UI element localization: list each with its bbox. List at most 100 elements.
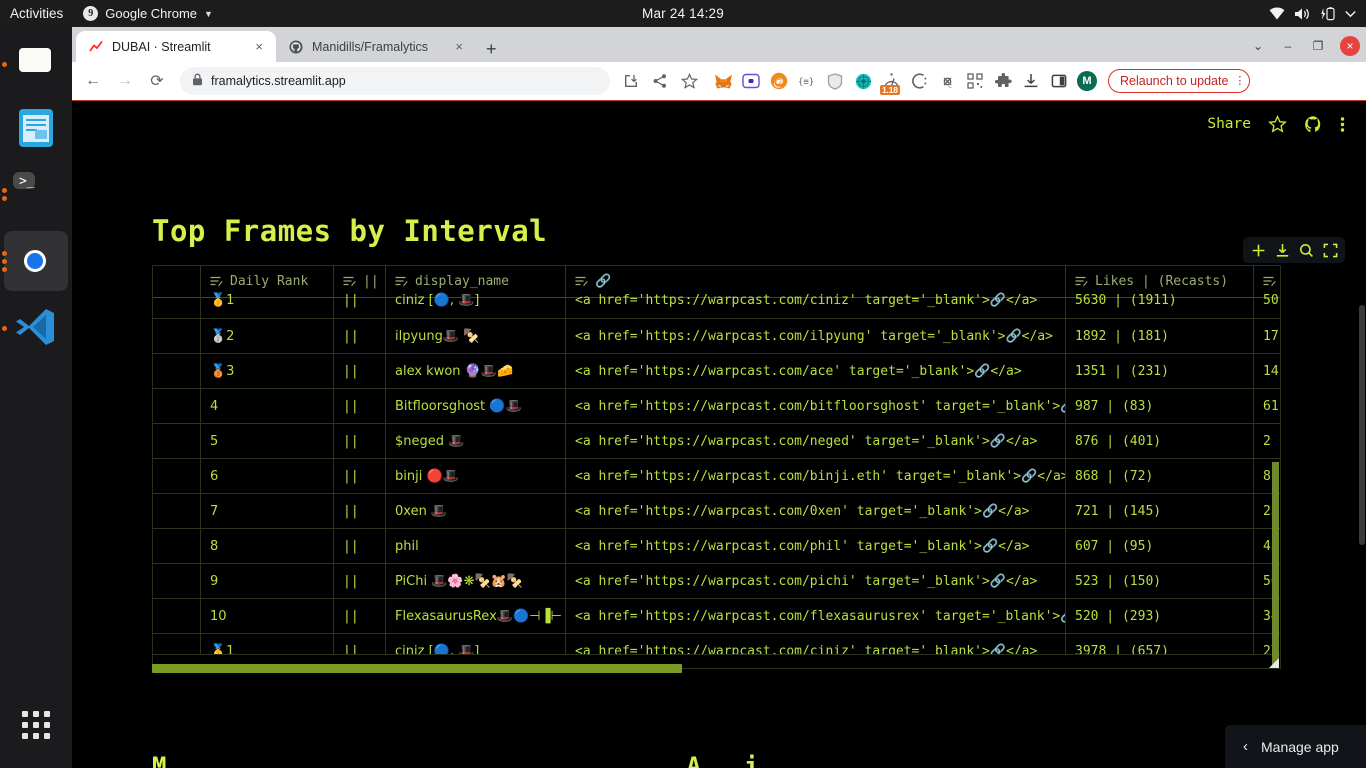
dataframe-vertical-scrollbar[interactable]	[1272, 462, 1279, 668]
cell-display-name: Bitfloorsghost 🔵🎩	[386, 389, 566, 423]
manage-app-button[interactable]: ‹ Manage app	[1225, 725, 1366, 768]
cell-display-name: ciniz [🔵, 🎩]	[386, 634, 566, 654]
row-index	[153, 634, 201, 654]
table-row[interactable]: 6 || binji 🔴🎩 <a href='https://warpcast.…	[153, 459, 1280, 494]
qr-code-icon[interactable]	[962, 68, 988, 94]
shield-icon[interactable]	[822, 68, 848, 94]
svg-text:{≡}: {≡}	[798, 78, 814, 88]
reload-button[interactable]: ⟳	[142, 66, 172, 96]
web3-globe-icon[interactable]	[850, 68, 876, 94]
download-icon[interactable]	[1272, 240, 1292, 260]
minimize-button[interactable]: –	[1274, 32, 1302, 60]
cell-link: <a href='https://warpcast.com/ciniz' tar…	[566, 634, 1066, 654]
table-row[interactable]: 9 || PiChi 🎩🌸❋🍢🐹🍢 <a href='https://warpc…	[153, 564, 1280, 599]
scrollbar-thumb[interactable]	[1272, 462, 1279, 668]
dock-item-terminal[interactable]: >_	[0, 161, 72, 228]
url-text: framalytics.streamlit.app	[211, 74, 346, 88]
cell-bar: ||	[334, 599, 386, 633]
side-panel-icon[interactable]	[1046, 68, 1072, 94]
github-icon[interactable]	[1304, 115, 1323, 134]
row-index	[153, 459, 201, 493]
cell-bar: ||	[334, 283, 386, 318]
cell-link: <a href='https://warpcast.com/bitfloorsg…	[566, 389, 1066, 423]
table-row[interactable]: 🥉3 || alex kwon 🔮🎩🧀 <a href='https://war…	[153, 354, 1280, 389]
downloads-icon[interactable]	[1018, 68, 1044, 94]
show-applications-button[interactable]	[0, 700, 72, 750]
close-icon[interactable]: ×	[452, 38, 466, 55]
row-index	[153, 424, 201, 458]
row-index	[153, 599, 201, 633]
phantom-icon[interactable]	[766, 68, 792, 94]
tab-title: Manidills/Framalytics	[312, 39, 428, 54]
coinbase-icon[interactable]	[906, 68, 932, 94]
star-icon[interactable]	[1268, 114, 1287, 134]
table-row[interactable]: 🥇1 || ciniz [🔵, 🎩] <a href='https://warp…	[153, 634, 1280, 655]
scrollbar-thumb[interactable]	[152, 664, 682, 673]
bug-icon[interactable]: C	[934, 68, 960, 94]
row-index	[153, 529, 201, 563]
cell-bar: ||	[334, 529, 386, 563]
dataframe-horizontal-scrollbar[interactable]	[152, 664, 1281, 673]
streamlit-app: Share Top Frames by Interval Daily Rank …	[72, 101, 1366, 768]
new-tab-button[interactable]: +	[476, 40, 507, 62]
scrollbar-thumb[interactable]	[1359, 305, 1365, 545]
rabby-wallet-icon[interactable]	[738, 68, 764, 94]
table-row[interactable]: 🥈2 || ilpyung🎩 🍢 <a href='https://warpca…	[153, 319, 1280, 354]
share-icon[interactable]	[647, 68, 673, 94]
metamask-icon[interactable]	[710, 68, 736, 94]
terminal-icon: >_	[13, 171, 59, 218]
uniswap-timer-icon[interactable]: 1.18	[878, 68, 904, 95]
cell-daily-rank: 🥉3	[201, 354, 334, 388]
tab-dubai-streamlit[interactable]: DUBAI · Streamlit ×	[76, 31, 276, 62]
chrome-menu-icon[interactable]: ⋮	[1234, 75, 1245, 87]
page-scrollbar[interactable]	[1358, 101, 1366, 768]
bookmark-star-icon[interactable]	[676, 68, 702, 94]
cell-link: <a href='https://warpcast.com/pichi' tar…	[566, 564, 1066, 598]
cell-bar: ||	[334, 389, 386, 423]
dock-item-google-chrome[interactable]	[0, 228, 72, 295]
forward-button[interactable]: →	[110, 66, 140, 96]
table-row[interactable]: 4 || Bitfloorsghost 🔵🎩 <a href='https://…	[153, 389, 1280, 424]
cell-link: <a href='https://warpcast.com/ciniz' tar…	[566, 283, 1066, 318]
search-icon[interactable]	[1296, 240, 1316, 260]
avatar[interactable]: M	[1074, 68, 1100, 94]
table-row[interactable]: 10 || FlexasaurusRex🎩🔵⊣▐⊢ <a href='https…	[153, 599, 1280, 634]
cell-display-name: PiChi 🎩🌸❋🍢🐹🍢	[386, 564, 566, 598]
table-row[interactable]: 5 || $neged 🎩 <a href='https://warpcast.…	[153, 424, 1280, 459]
install-app-icon[interactable]	[618, 68, 644, 94]
dataframe-toolbar	[1243, 237, 1345, 263]
dataframe[interactable]: Daily Rank || display_name 🔗 Likes | (Re…	[152, 265, 1281, 669]
close-window-button[interactable]: ×	[1340, 36, 1360, 56]
dock-item-files[interactable]	[0, 31, 72, 98]
address-bar[interactable]: framalytics.streamlit.app	[180, 67, 610, 95]
cell-likes-recasts: 523 | (150)	[1066, 564, 1254, 598]
relaunch-to-update-button[interactable]: Relaunch to update ⋮	[1108, 69, 1251, 93]
cell-display-name: alex kwon 🔮🎩🧀	[386, 354, 566, 388]
close-icon[interactable]: ×	[252, 38, 266, 55]
github-icon	[288, 39, 304, 55]
cell-likes-recasts: 721 | (145)	[1066, 494, 1254, 528]
fullscreen-icon[interactable]	[1320, 240, 1340, 260]
tab-manidills-framalytics[interactable]: Manidills/Framalytics ×	[276, 31, 476, 62]
table-row[interactable]: 8 || phil <a href='https://warpcast.com/…	[153, 529, 1280, 564]
maximize-button[interactable]: ❐	[1304, 32, 1332, 60]
svg-text:C: C	[948, 82, 952, 90]
back-button[interactable]: ←	[78, 66, 108, 96]
table-row[interactable]: 🥇1 || ciniz [🔵, 🎩] <a href='https://warp…	[153, 283, 1280, 319]
json-viewer-icon[interactable]: {≡}	[794, 68, 820, 94]
add-row-icon[interactable]	[1248, 240, 1268, 260]
cell-daily-rank: 10	[201, 599, 334, 633]
clock[interactable]: Mar 24 14:29	[0, 6, 1366, 21]
lock-icon	[192, 73, 203, 89]
cell-likes-recasts: 520 | (293)	[1066, 599, 1254, 633]
table-row[interactable]: 7 || 0xen 🎩 <a href='https://warpcast.co…	[153, 494, 1280, 529]
tab-title: DUBAI · Streamlit	[112, 39, 211, 54]
cell-daily-rank: 7	[201, 494, 334, 528]
tab-search-icon[interactable]: ⌄	[1244, 32, 1272, 60]
dock-item-libreoffice-writer[interactable]	[0, 94, 72, 161]
puzzle-extensions-icon[interactable]	[990, 68, 1016, 94]
dock-item-visual-studio-code[interactable]	[0, 295, 72, 362]
cell-bar: ||	[334, 319, 386, 353]
share-button[interactable]: Share	[1207, 116, 1251, 132]
main-menu-icon[interactable]	[1340, 115, 1345, 134]
